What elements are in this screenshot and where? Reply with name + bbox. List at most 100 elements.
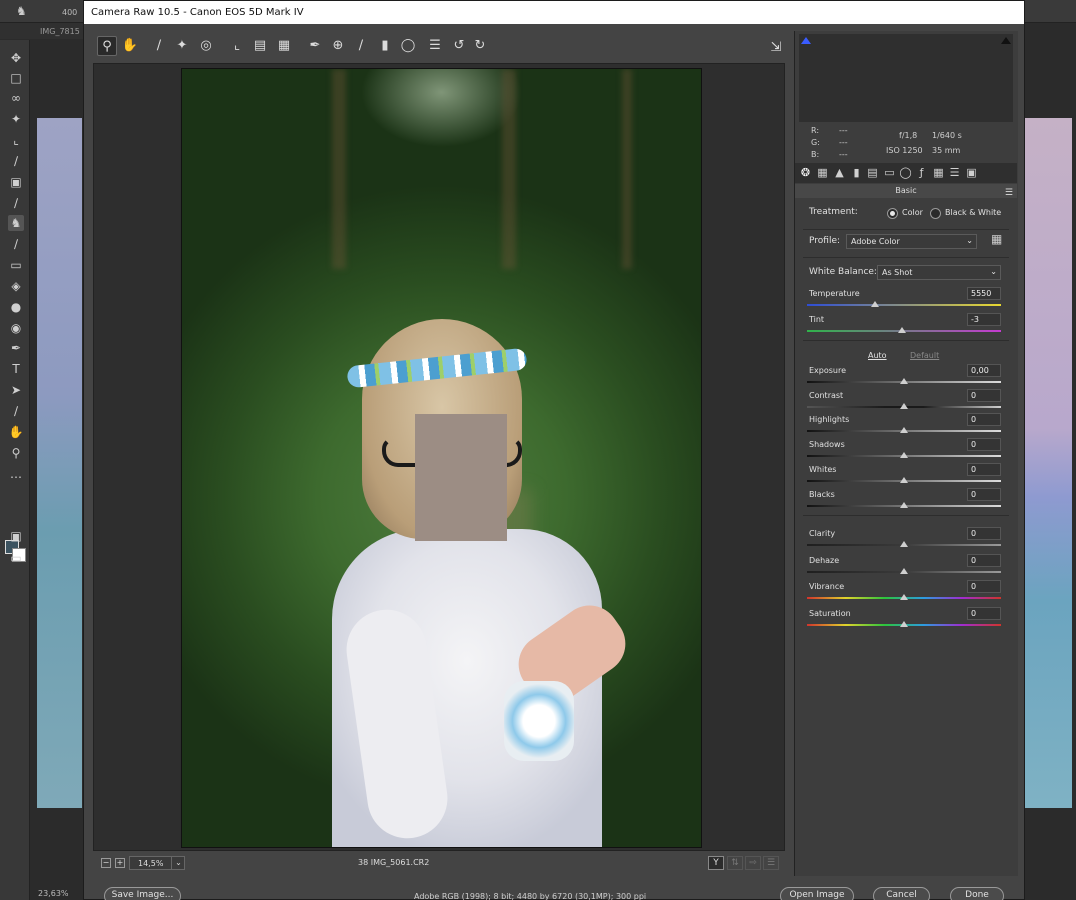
- before-after-toggle[interactable]: Y: [708, 856, 724, 870]
- type-tool-icon[interactable]: T: [8, 361, 24, 377]
- white-balance-select[interactable]: As Shot ⌄: [877, 265, 1001, 280]
- paint-bucket-icon[interactable]: ◈: [8, 278, 24, 294]
- contrast-value[interactable]: 0: [967, 388, 1001, 402]
- whites-value[interactable]: 0: [967, 462, 1001, 476]
- adjustment-brush-icon[interactable]: ∕: [351, 36, 371, 56]
- rotate-left-icon[interactable]: ↺: [449, 36, 469, 56]
- open-image-button[interactable]: Open Image: [780, 887, 854, 900]
- pen-tool-icon[interactable]: ✒: [8, 340, 24, 356]
- healing-brush-icon[interactable]: ▣: [8, 174, 24, 190]
- dodge-tool-icon[interactable]: ◉: [8, 320, 24, 336]
- clone-stamp-icon[interactable]: ♞: [16, 4, 27, 18]
- highlights-value[interactable]: 0: [967, 413, 1001, 427]
- clarity-value[interactable]: 0: [967, 527, 1001, 540]
- whites-slider-thumb[interactable]: [900, 476, 908, 483]
- line-tool-icon[interactable]: ∕: [8, 403, 24, 419]
- quick-mask-icon[interactable]: ▣: [8, 528, 24, 544]
- basic-tab-icon[interactable]: ❂: [799, 166, 812, 179]
- transform-tool-icon[interactable]: ▦: [274, 36, 294, 56]
- zoom-in-button[interactable]: +: [115, 858, 125, 868]
- zoom-tool-icon[interactable]: ⚲: [97, 36, 117, 56]
- crop-tool-icon[interactable]: ⌞: [8, 132, 24, 148]
- image-preview-area[interactable]: [93, 63, 785, 851]
- toggle-settings-icon[interactable]: ☰: [763, 856, 779, 870]
- highlight-clipping-icon[interactable]: [1001, 34, 1011, 44]
- split-toning-tab-icon[interactable]: ▤: [866, 166, 879, 179]
- panel-menu-icon[interactable]: ☰: [1005, 186, 1013, 200]
- hand-tool-icon[interactable]: ✋: [8, 424, 24, 440]
- auto-link[interactable]: Auto: [868, 351, 887, 360]
- profile-select[interactable]: Adobe Color ⌄: [846, 234, 977, 249]
- treatment-color-radio[interactable]: [887, 208, 898, 219]
- eyedropper-icon[interactable]: ∕: [8, 153, 24, 169]
- treatment-bw-label[interactable]: Black & White: [945, 208, 1001, 217]
- workflow-options-link[interactable]: Adobe RGB (1998); 8 bit; 4480 by 6720 (3…: [414, 892, 646, 900]
- treatment-bw-radio[interactable]: [930, 208, 941, 219]
- chevron-down-icon[interactable]: ⌄: [171, 856, 185, 870]
- fullscreen-toggle-icon[interactable]: ⇲: [766, 38, 786, 58]
- brush-size[interactable]: 400: [62, 8, 77, 17]
- transform-tab-icon[interactable]: ◯: [899, 166, 912, 179]
- spot-removal-icon[interactable]: ✒: [305, 36, 325, 56]
- snapshots-tab-icon[interactable]: ▣: [965, 166, 978, 179]
- hand-tool-icon[interactable]: ✋: [120, 36, 140, 56]
- radial-filter-icon[interactable]: ◯: [398, 36, 418, 56]
- temperature-value[interactable]: 5550: [967, 287, 1001, 300]
- temperature-slider-track[interactable]: [807, 304, 1001, 306]
- default-link[interactable]: Default: [910, 351, 939, 360]
- swap-before-after-icon[interactable]: ⇅: [727, 856, 743, 870]
- clarity-slider-thumb[interactable]: [900, 541, 908, 547]
- exposure-slider-thumb[interactable]: [900, 378, 908, 384]
- vibrance-value[interactable]: 0: [967, 580, 1001, 593]
- exposure-value[interactable]: 0,00: [967, 364, 1001, 377]
- tint-value[interactable]: -3: [967, 313, 1001, 326]
- calibration-tab-icon[interactable]: ▦: [932, 166, 945, 179]
- dehaze-value[interactable]: 0: [967, 553, 1001, 567]
- magic-wand-icon[interactable]: ✦: [8, 111, 24, 127]
- saturation-value[interactable]: 0: [967, 606, 1001, 620]
- presets-tab-icon[interactable]: ☰: [948, 166, 961, 179]
- vibrance-slider-thumb[interactable]: [900, 594, 908, 600]
- color-sampler-icon[interactable]: ✦: [172, 36, 192, 56]
- highlights-slider-thumb[interactable]: [900, 427, 908, 434]
- shadows-value[interactable]: 0: [967, 438, 1001, 452]
- hsl-tab-icon[interactable]: ▮: [850, 166, 863, 179]
- blacks-slider-thumb[interactable]: [900, 501, 908, 508]
- save-image-button[interactable]: Save Image...: [104, 887, 181, 900]
- blur-tool-icon[interactable]: ●: [8, 299, 24, 315]
- more-tools-icon[interactable]: …: [8, 466, 24, 482]
- blacks-value[interactable]: 0: [967, 487, 1001, 501]
- tint-slider-thumb[interactable]: [898, 327, 907, 333]
- clone-stamp-tool-icon[interactable]: ♞: [8, 215, 24, 231]
- zoom-tool-icon[interactable]: ⚲: [8, 445, 24, 461]
- detail-tab-icon[interactable]: ▲: [833, 166, 846, 179]
- targeted-adjustment-icon[interactable]: ◎: [196, 36, 216, 56]
- cancel-button[interactable]: Cancel: [873, 887, 930, 900]
- document-tab[interactable]: IMG_7815: [0, 23, 90, 39]
- screen-mode-icon[interactable]: ▭: [8, 550, 24, 566]
- brush-tool-icon[interactable]: ∕: [8, 195, 24, 211]
- straighten-tool-icon[interactable]: ▤: [250, 36, 270, 56]
- crop-tool-icon[interactable]: ⌞: [227, 36, 247, 56]
- temperature-slider-thumb[interactable]: [870, 301, 879, 307]
- move-tool-icon[interactable]: ✥: [8, 50, 24, 66]
- shadows-slider-thumb[interactable]: [900, 452, 908, 459]
- graduated-filter-icon[interactable]: ▮: [375, 36, 395, 56]
- red-eye-removal-icon[interactable]: ⊕: [328, 36, 348, 56]
- marquee-tool-icon[interactable]: □: [8, 70, 24, 86]
- lasso-tool-icon[interactable]: ∞: [8, 90, 24, 106]
- white-balance-tool-icon[interactable]: ∕: [149, 36, 169, 56]
- history-brush-icon[interactable]: ∕: [8, 236, 24, 252]
- copy-settings-icon[interactable]: ⇨: [745, 856, 761, 870]
- effects-tab-icon[interactable]: ƒ: [915, 166, 928, 179]
- done-button[interactable]: Done: [950, 887, 1004, 900]
- profile-browser-icon[interactable]: ▦: [991, 232, 1009, 246]
- eraser-icon[interactable]: ▭: [8, 257, 24, 273]
- contrast-slider-thumb[interactable]: [900, 402, 908, 409]
- shadow-clipping-icon[interactable]: [801, 34, 811, 44]
- zoom-out-button[interactable]: −: [101, 858, 111, 868]
- path-selection-icon[interactable]: ➤: [8, 382, 24, 398]
- lens-corrections-tab-icon[interactable]: ▭: [883, 166, 896, 179]
- rotate-right-icon[interactable]: ↻: [470, 36, 490, 56]
- saturation-slider-thumb[interactable]: [900, 620, 908, 627]
